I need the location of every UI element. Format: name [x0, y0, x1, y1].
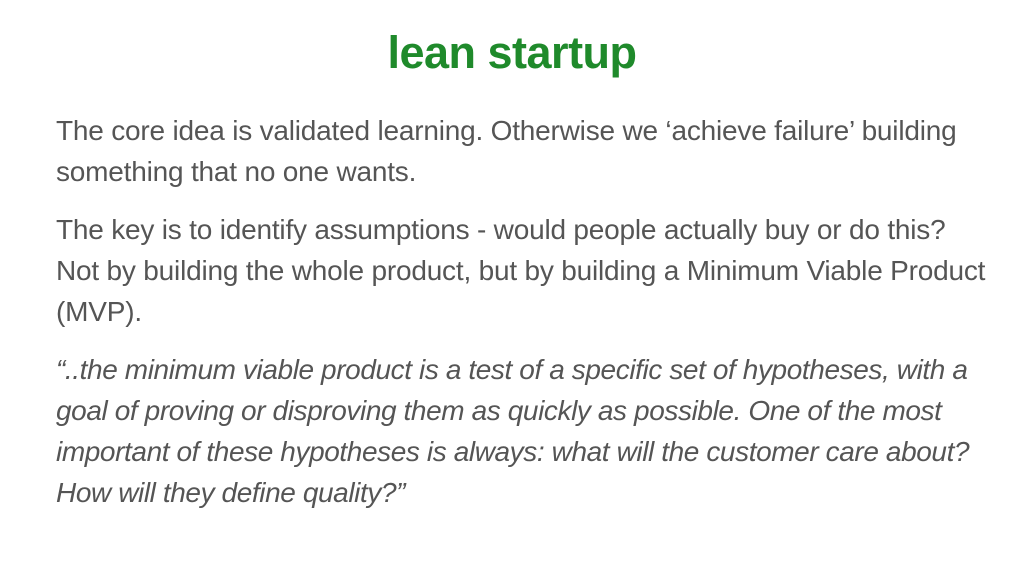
slide-body: The core idea is validated learning. Oth… — [56, 110, 986, 513]
slide: lean startup The core idea is validated … — [0, 0, 1024, 576]
slide-title: lean startup — [387, 27, 637, 78]
paragraph-mvp: The key is to identify assumptions - wou… — [56, 214, 986, 327]
mvp-quote: “..the minimum viable product is a test … — [56, 354, 970, 508]
paragraph-validated-learning: The core idea is validated learning. Oth… — [56, 115, 957, 187]
